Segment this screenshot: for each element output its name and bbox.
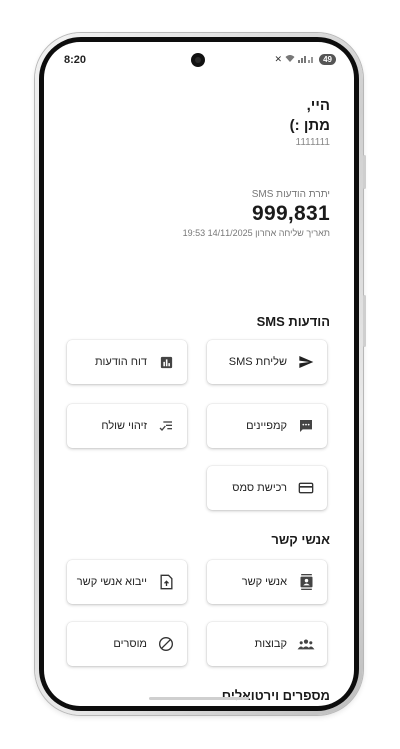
buy-sms-button[interactable]: רכישת סמס xyxy=(207,466,327,510)
import-contacts-label: ייבוא אנשי קשר xyxy=(76,576,147,588)
section-title-contacts: אנשי קשר xyxy=(271,532,330,547)
status-time: 8:20 xyxy=(64,54,87,66)
power-button xyxy=(363,295,366,347)
campaigns-button[interactable]: קמפיינים xyxy=(207,404,327,448)
message-icon xyxy=(297,417,315,435)
user-phone: 1111111 xyxy=(295,137,330,148)
bar-chart-icon xyxy=(157,353,175,371)
last-send-date: תאריך שליחה אחרון 14/11/2025 19:53 xyxy=(182,228,330,238)
message-report-label: דוח הודעות xyxy=(94,356,147,368)
home-indicator[interactable] xyxy=(149,697,249,700)
front-camera xyxy=(191,53,205,67)
contacts-button[interactable]: אנשי קשר xyxy=(207,560,327,604)
send-sms-label: שליחת SMS xyxy=(228,356,287,368)
blocked-label: מוסרים xyxy=(113,638,147,650)
groups-button[interactable]: קבוצות xyxy=(207,622,327,666)
message-report-button[interactable]: דוח הודעות xyxy=(67,340,187,384)
balance-value: 999,831 xyxy=(251,202,330,225)
group-icon xyxy=(297,635,315,653)
greeting-name: מתן :) xyxy=(289,117,330,134)
signal-icon xyxy=(298,54,316,65)
sender-id-label: זיהוי שולח xyxy=(101,420,147,432)
send-sms-button[interactable]: שליחת SMS xyxy=(207,340,327,384)
greeting-hello: היי, xyxy=(306,97,330,114)
sender-id-button[interactable]: זיהוי שולח xyxy=(67,404,187,448)
status-bar: 8:20 ✕ 49 xyxy=(44,42,354,74)
send-icon xyxy=(297,353,315,371)
volume-button xyxy=(363,155,366,189)
sms-balance: יתרת הודעות SMS 999,831 תאריך שליחה אחרו… xyxy=(183,189,330,238)
app-screen: 8:20 ✕ 49 היי, מתן :) 1111111 יתרת הודעו… xyxy=(44,42,354,706)
buy-sms-label: רכישת סמס xyxy=(232,482,287,494)
wifi-icon xyxy=(285,54,295,65)
file-upload-icon xyxy=(157,573,175,591)
blocked-button[interactable]: מוסרים xyxy=(67,622,187,666)
contacts-label: אנשי קשר xyxy=(241,576,287,588)
mute-icon: ✕ xyxy=(274,54,283,64)
battery-indicator: 49 xyxy=(319,54,336,65)
checklist-icon xyxy=(157,417,175,435)
section-title-sms: הודעות SMS xyxy=(256,314,330,329)
balance-label: יתרת הודעות SMS xyxy=(251,189,330,200)
contacts-book-icon xyxy=(297,573,315,591)
status-icons: ✕ 49 xyxy=(275,54,336,65)
groups-label: קבוצות xyxy=(254,638,287,650)
credit-card-icon xyxy=(297,479,315,497)
import-contacts-button[interactable]: ייבוא אנשי קשר xyxy=(67,560,187,604)
campaigns-label: קמפיינים xyxy=(246,420,287,432)
greeting: היי, מתן :) 1111111 xyxy=(290,96,330,148)
phone-frame: 8:20 ✕ 49 היי, מתן :) 1111111 יתרת הודעו… xyxy=(35,33,366,715)
section-title-virtual-numbers: מספרים וירטואלים xyxy=(221,688,330,703)
block-icon xyxy=(157,635,175,653)
